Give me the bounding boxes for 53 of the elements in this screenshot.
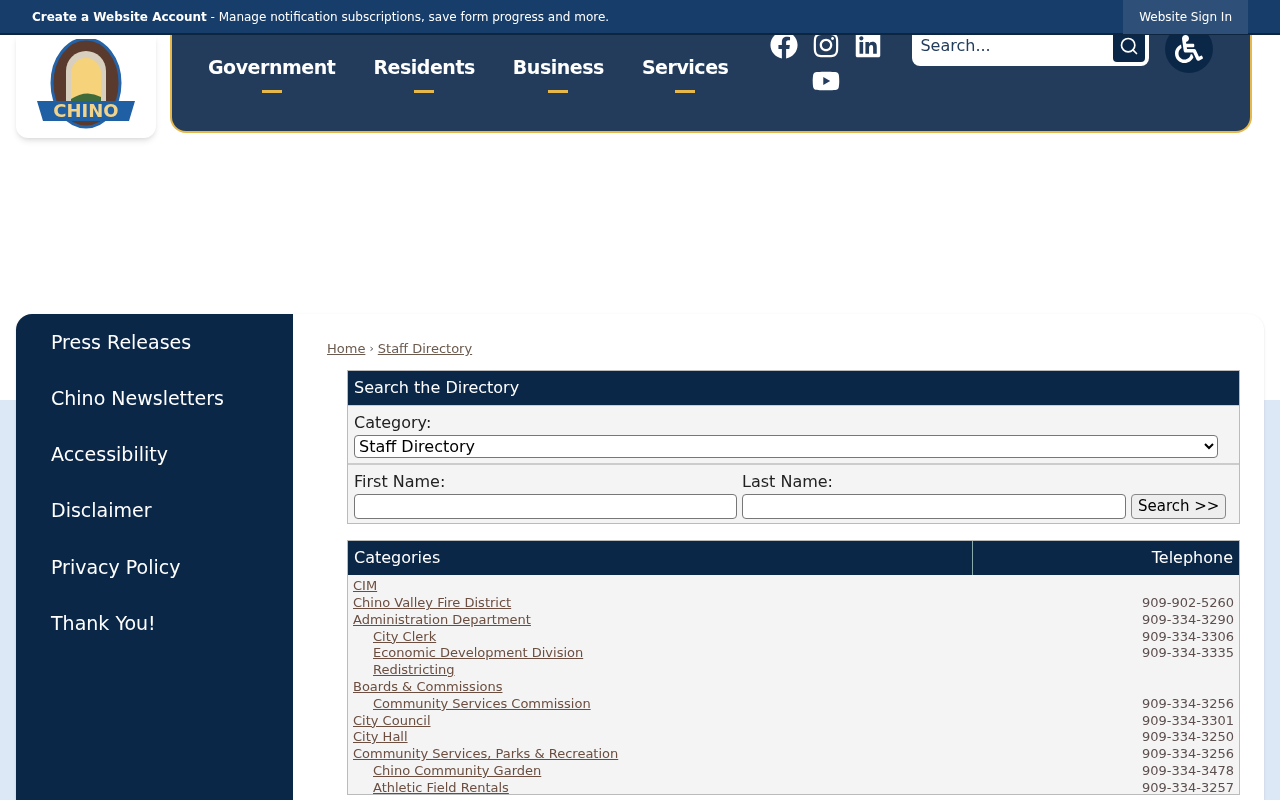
sidebar-link[interactable]: Press Releases (16, 314, 192, 371)
last-name-field[interactable] (742, 493, 1126, 519)
phone-number: 909-334-3256 (1141, 696, 1234, 710)
category-link[interactable]: Chino Community Garden (373, 764, 542, 778)
category-link[interactable]: Economic Development Division (373, 646, 584, 660)
sidebar-link[interactable]: Disclaimer (16, 482, 152, 539)
category-link[interactable]: Athletic Field Rentals (373, 780, 509, 794)
logo-card[interactable]: CHINO (16, 35, 156, 138)
phone-number: 909-334-3250 (1141, 730, 1234, 744)
phone-number: 909-334-3478 (1141, 764, 1234, 778)
sidebar-link[interactable]: Accessibility (16, 426, 168, 483)
first-name-label: First Name: (354, 470, 447, 493)
category-link[interactable]: City Council (353, 713, 431, 727)
category-link[interactable]: Administration Department (353, 612, 531, 626)
search-panel-header: Search the Directory (348, 370, 1239, 405)
category-label: Category: (354, 411, 433, 434)
phone-number: 909-902-5260 (1141, 596, 1234, 610)
category-link[interactable]: Chino Valley Fire District (353, 596, 512, 610)
nav-link[interactable]: Business (512, 53, 604, 93)
breadcrumb-separator: › (369, 340, 374, 357)
category-link[interactable]: City Clerk (373, 629, 437, 643)
nav-link[interactable]: Services (641, 53, 729, 93)
category-select[interactable]: Staff Directory (354, 434, 1218, 458)
phone-number: 909-334-3257 (1141, 780, 1234, 794)
sidebar-link[interactable]: Chino Newsletters (16, 370, 224, 427)
wheelchair-icon (1175, 35, 1204, 63)
search-input[interactable]: Search... (920, 33, 1114, 58)
category-link[interactable]: Redistricting (373, 663, 455, 677)
breadcrumb-link[interactable]: Staff Directory (377, 339, 473, 359)
breadcrumb-link[interactable]: Home (327, 339, 366, 359)
first-name-field[interactable] (354, 493, 737, 519)
category-link[interactable]: Boards & Commissions (353, 680, 503, 694)
sidebar-link[interactable]: Privacy Policy (16, 538, 181, 595)
phone-number: 909-334-3301 (1141, 713, 1234, 727)
phone-number: 909-334-3290 (1141, 612, 1234, 626)
account-message: Create a Website Account - Manage notification subscriptions, save form progress and more. (32, 8, 610, 26)
category-link[interactable]: CIM (353, 579, 378, 593)
phone-number: 909-334-3335 (1141, 646, 1234, 660)
create-account-link[interactable]: Create a Website Account (32, 9, 207, 24)
category-link[interactable]: City Hall (353, 730, 408, 744)
last-name-label: Last Name: (742, 470, 834, 493)
category-link[interactable]: Community Services, Parks & Recreation (353, 747, 619, 761)
column-header: Categories (348, 540, 973, 575)
search-submit-button[interactable]: Search >> (1131, 493, 1227, 519)
nav-link[interactable]: Residents (373, 53, 475, 93)
column-header: Telephone (1150, 546, 1234, 569)
search-icon (1119, 35, 1140, 56)
category-link[interactable]: Community Services Commission (373, 696, 591, 710)
sign-in-button[interactable]: Website Sign In (1123, 0, 1248, 34)
phone-number: 909-334-3306 (1141, 629, 1234, 643)
sidebar-link[interactable]: Thank You! (16, 594, 156, 652)
nav-link[interactable]: Government (208, 53, 336, 93)
phone-number: 909-334-3256 (1141, 747, 1234, 761)
